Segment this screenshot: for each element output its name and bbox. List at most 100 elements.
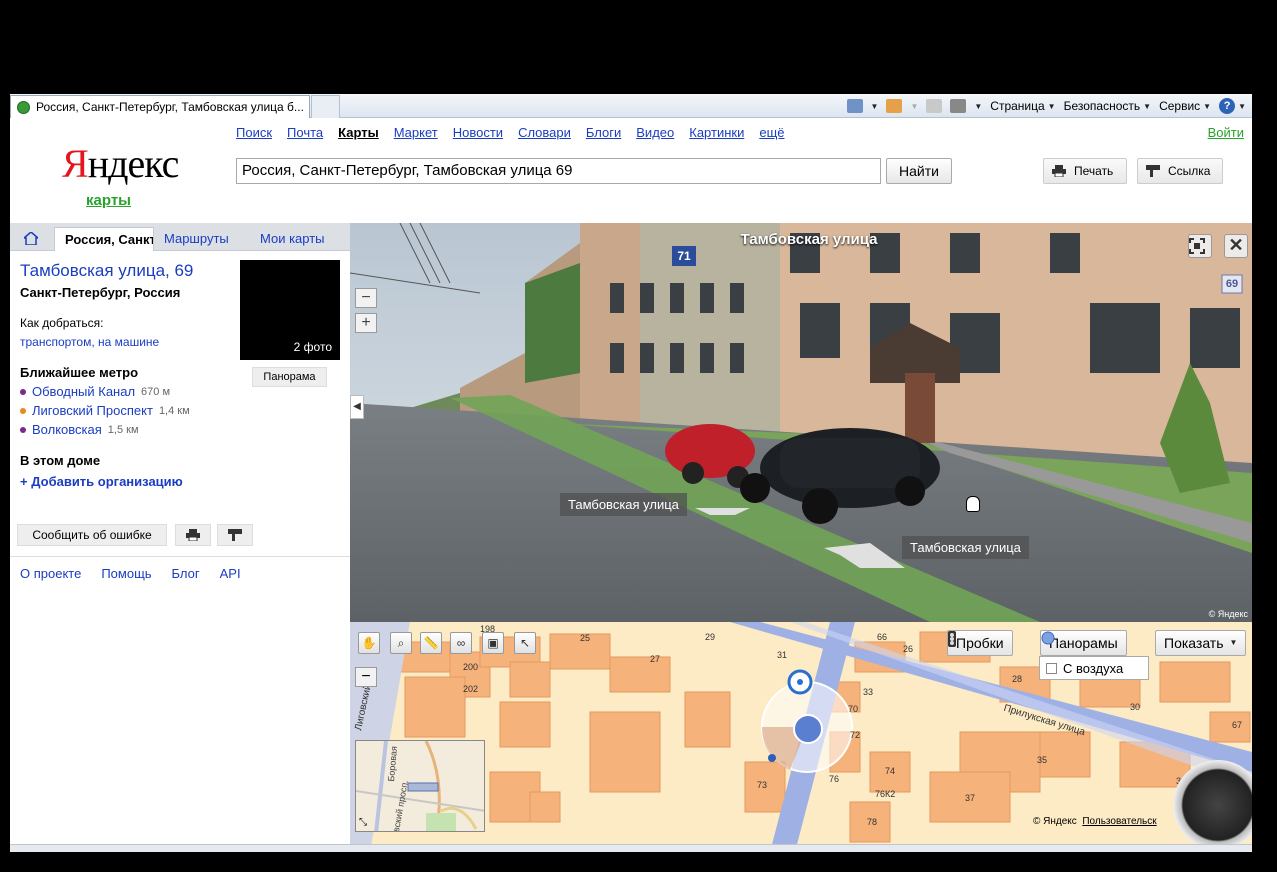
metro-distance: 1,5 км [107,423,139,436]
link-pin-icon [1146,165,1160,177]
hand-icon: ✋ [361,636,377,650]
print-button[interactable]: Печать [1043,158,1127,184]
place-photo[interactable]: 2 фото [240,260,340,360]
tool-route[interactable]: ∞ [450,632,472,654]
building-number: 26 [903,644,914,654]
metro-item[interactable]: Волковская 1,5 км [20,422,139,437]
tool-panorama[interactable]: ▣ [482,632,504,654]
minimap[interactable]: Боровая вский просп. ⤡ [355,740,485,832]
building-number: 31 [777,650,788,660]
search-button[interactable]: Найти [886,158,952,184]
service-link-dictionaries[interactable]: Словари [518,125,571,140]
security-menu-label: Безопасность [1063,99,1141,113]
report-error-button[interactable]: Сообщить об ошибке [17,524,167,546]
directions-links[interactable]: транспортом, на машине [20,335,159,349]
search-input[interactable]: Россия, Санкт-Петербург, Тамбовская улиц… [236,158,881,184]
new-tab-button[interactable] [311,95,340,118]
panorama-view[interactable]: Тамбовская улица 71 69 ✕ − + Тамбовская … [350,223,1252,622]
show-layers-button[interactable]: Показать ▼ [1155,630,1247,656]
panoramas-label: Панорамы [1049,635,1118,651]
panorama-zoom-out[interactable]: − [355,288,377,308]
home-tab[interactable] [14,227,50,251]
aerial-option[interactable]: С воздуха [1039,656,1149,680]
service-link-maps[interactable]: Карты [338,125,379,140]
panorama-image [350,223,1252,622]
building-number: 28 [1012,674,1023,684]
service-link-more[interactable]: ещё [759,125,784,140]
security-menu[interactable]: Безопасность ▼ [1064,99,1151,113]
place-title[interactable]: Тамбовская улица, 69 [20,261,193,281]
metro-item[interactable]: Лиговский Проспект 1,4 км [20,403,190,418]
chevron-down-icon: ▼ [910,101,919,111]
close-panorama-button[interactable]: ✕ [1224,234,1248,258]
service-link-search[interactable]: Поиск [236,125,272,140]
panel-tabs: Россия, Санкт Маршруты Мои карты [10,223,350,251]
aerial-checkbox[interactable] [1046,662,1057,674]
map-zoom-out[interactable]: − [355,667,377,687]
yandex-logo[interactable]: Яндекс [62,141,179,186]
add-organization-link[interactable]: + Добавить организацию [20,474,183,489]
metro-item[interactable]: Обводный Канал 670 м [20,384,170,399]
show-label: Показать [1164,635,1224,651]
minimap-collapse-icon[interactable]: ⤡ [359,817,367,828]
traffic-button[interactable]: Пробки [947,630,1013,656]
link-label: Ссылка [1168,164,1211,178]
building-number: 30 [1130,702,1141,712]
chevron-down-icon: ▼ [1229,638,1238,647]
tools-menu[interactable]: Сервис ▼ [1159,99,1211,113]
panorama-title: Тамбовская улица [740,231,878,248]
login-link[interactable]: Войти [1208,125,1244,140]
help-menu[interactable]: ? ▼ [1219,98,1246,114]
footer-link-api[interactable]: API [220,566,241,581]
panorama-zoom-in[interactable]: + [355,313,377,333]
magnifier-icon: ⌕ [397,636,405,650]
house-heading: В этом доме [20,453,101,468]
tool-hand[interactable]: ✋ [358,632,380,654]
building-number: 70 [848,704,859,714]
street-direction-label[interactable]: Тамбовская улица [560,493,687,516]
fullscreen-button[interactable] [1188,234,1212,258]
map-view[interactable]: 198 200 202 25 27 29 31 66 26 28 30 33 3… [350,622,1252,852]
service-link-news[interactable]: Новости [453,125,503,140]
link-pin-icon [228,529,242,541]
metro-line-icon [20,426,26,433]
aerial-label: С воздуха [1063,660,1124,676]
print-icon[interactable] [950,99,967,113]
service-link-market[interactable]: Маркет [394,125,438,140]
user-agreement-link[interactable]: Пользовательск [1082,816,1156,827]
chevron-down-icon[interactable]: ▼ [974,102,982,111]
chevron-down-icon[interactable]: ▼ [871,102,879,111]
footer-link-help[interactable]: Помощь [101,566,151,581]
left-panel: Россия, Санкт Маршруты Мои карты Тамбовс… [10,223,350,852]
panorama-button[interactable]: Панорама [252,367,327,387]
page-menu[interactable]: Страница ▼ [990,99,1055,113]
home-icon[interactable] [846,99,863,113]
tab-title: Россия, Санкт-Петербург, Тамбовская улиц… [36,100,304,114]
feeds-icon[interactable] [886,99,903,113]
collapse-panel-button[interactable]: ◀ [350,395,364,419]
mail-icon[interactable] [926,99,943,113]
metro-line-icon [20,388,26,395]
tool-info[interactable]: ↖ [514,632,536,654]
service-link-video[interactable]: Видео [636,125,674,140]
panorama-layer-icon [1041,631,1055,645]
service-link-images[interactable]: Картинки [689,125,744,140]
footer-link-blog[interactable]: Блог [172,566,200,581]
link-place-button[interactable] [217,524,253,546]
browser-tab[interactable]: Россия, Санкт-Петербург, Тамбовская улиц… [10,95,310,118]
print-place-button[interactable] [175,524,211,546]
street-direction-label[interactable]: Тамбовская улица [902,536,1029,559]
service-link-mail[interactable]: Почта [287,125,323,140]
link-button[interactable]: Ссылка [1137,158,1223,184]
tab-my-maps[interactable]: Мои карты [250,227,335,251]
footer-link-about[interactable]: О проекте [20,566,81,581]
logo-first-letter: Я [62,141,89,186]
logo-maps-link[interactable]: карты [86,192,131,209]
tab-search-result[interactable]: Россия, Санкт [54,227,154,251]
tool-magnifier[interactable]: ⌕ [390,632,412,654]
close-icon: ✕ [1228,235,1244,255]
tab-routes[interactable]: Маршруты [154,227,239,251]
panoramas-button[interactable]: Панорамы [1040,630,1127,656]
tool-ruler[interactable]: 📏 [420,632,442,654]
service-link-blogs[interactable]: Блоги [586,125,621,140]
